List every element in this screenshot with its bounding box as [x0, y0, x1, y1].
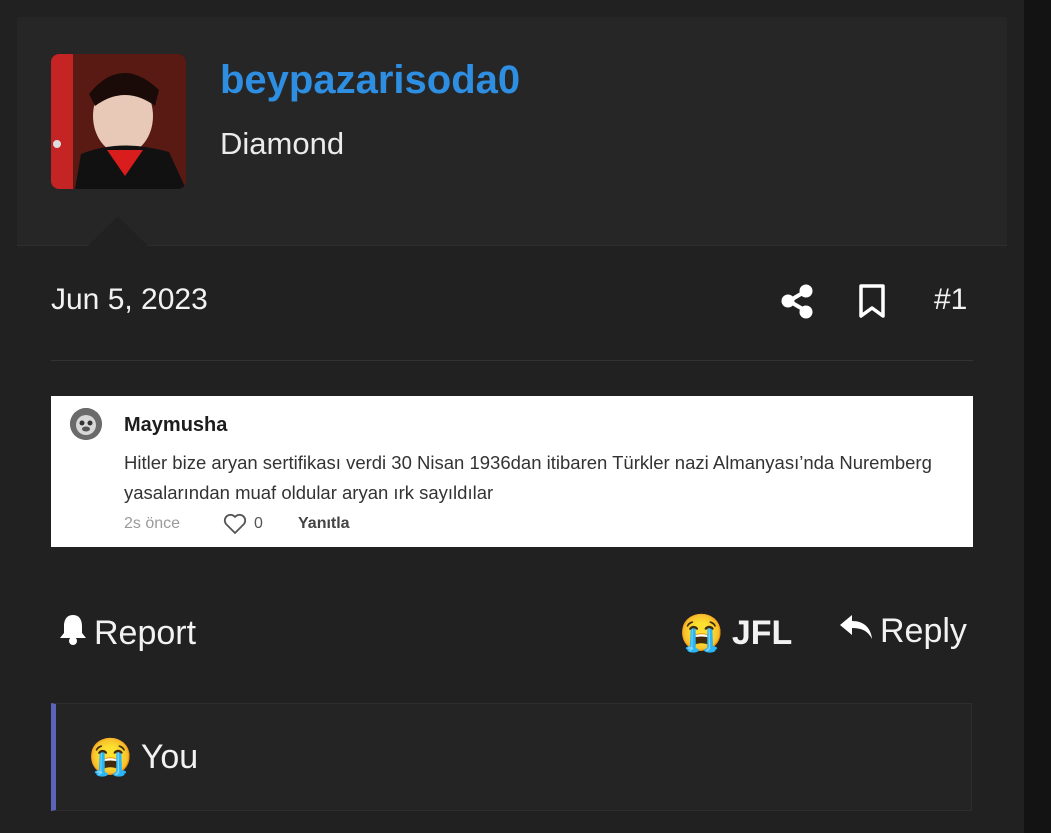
loudly-crying-face-icon: 😭 — [679, 612, 724, 653]
commenter-name: Maymusha — [124, 414, 228, 436]
comment-text: Hitler bize aryan sertifikası verdi 30 N… — [124, 452, 932, 503]
user-title: Diamond — [220, 126, 345, 161]
avatar[interactable] — [51, 54, 186, 189]
reply-button[interactable]: Reply — [838, 612, 967, 651]
comment-like-count: 0 — [254, 515, 263, 532]
commenter-avatar — [70, 408, 102, 440]
post-container: beypazarisoda0 Diamond Jun 5, 2023 #1 Ma… — [0, 0, 1024, 833]
reaction-label: JFL — [731, 613, 793, 652]
quote-text: You — [140, 737, 199, 776]
heart-icon — [223, 513, 247, 535]
quote-content: 😭 You — [88, 736, 198, 778]
report-label: Report — [94, 614, 197, 652]
jfl-reaction-button[interactable]: 😭 JFL — [679, 612, 792, 654]
bookmark-icon[interactable] — [858, 283, 888, 319]
comment-time: 2s önce — [124, 515, 181, 532]
page-edge — [1024, 0, 1051, 833]
divider — [51, 360, 973, 361]
embedded-comment-image: Maymusha Hitler bize aryan sertifikası v… — [51, 396, 973, 547]
post-date[interactable]: Jun 5, 2023 — [51, 283, 208, 317]
post-number[interactable]: #1 — [934, 283, 967, 317]
reply-label: Reply — [880, 612, 967, 650]
username[interactable]: beypazarisoda0 — [220, 58, 520, 103]
bell-icon — [58, 612, 88, 655]
report-button[interactable]: Report — [58, 612, 196, 655]
share-icon[interactable] — [780, 283, 814, 319]
reply-arrow-icon — [838, 612, 874, 651]
user-block-arrow — [88, 216, 148, 246]
loudly-crying-face-icon: 😭 — [88, 736, 133, 777]
quoted-reply: 😭 You — [51, 703, 972, 811]
comment-reply-label: Yanıtla — [298, 515, 350, 532]
